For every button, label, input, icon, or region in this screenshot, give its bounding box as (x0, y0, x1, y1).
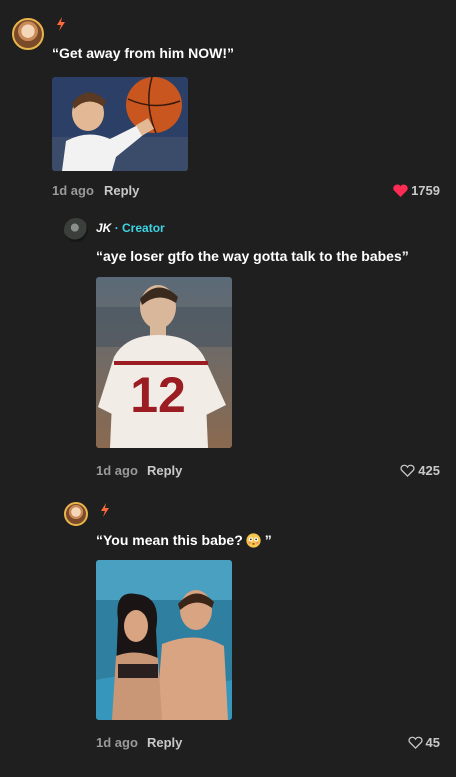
like-count: 1759 (411, 183, 440, 198)
reply-button[interactable]: Reply (104, 183, 139, 198)
reply-timestamp: 1d ago (96, 735, 138, 750)
reply-text: “aye loser gtfo the way gotta talk to th… (96, 248, 409, 264)
reply-image-pool[interactable] (96, 560, 232, 720)
flushed-emoji-icon (246, 532, 261, 548)
reply-button[interactable]: Reply (147, 735, 182, 750)
comment-image-basketball[interactable] (52, 77, 188, 171)
creator-badge: · Creator (114, 221, 165, 235)
reply-text-main: “You mean this babe? (96, 532, 243, 548)
like-button[interactable]: 45 (407, 735, 440, 750)
commenter-avatar[interactable] (12, 18, 44, 50)
creator-avatar[interactable] (64, 218, 88, 242)
reply-image-football[interactable]: 12 (96, 277, 232, 448)
like-count: 425 (418, 463, 440, 478)
heart-outline-icon (407, 736, 423, 749)
reply-timestamp: 1d ago (96, 463, 138, 478)
author-name: JK (96, 221, 112, 235)
comment-timestamp: 1d ago (52, 183, 94, 198)
svg-text:12: 12 (130, 367, 186, 423)
reply-button[interactable]: Reply (147, 463, 182, 478)
like-button[interactable]: 425 (400, 463, 440, 478)
heart-filled-icon (393, 184, 408, 197)
like-count: 45 (425, 735, 440, 750)
like-button[interactable]: 1759 (393, 183, 440, 198)
heart-outline-icon (400, 464, 415, 477)
bolt-icon (56, 17, 66, 34)
reply-text: “You mean this babe? ” (96, 532, 272, 548)
comment-text: “Get away from him NOW!” (52, 45, 235, 61)
reply-text-end: ” (264, 532, 272, 548)
creator-name[interactable]: JK · Creator (96, 221, 165, 235)
bolt-icon (100, 503, 110, 520)
replier-avatar[interactable] (64, 502, 88, 526)
